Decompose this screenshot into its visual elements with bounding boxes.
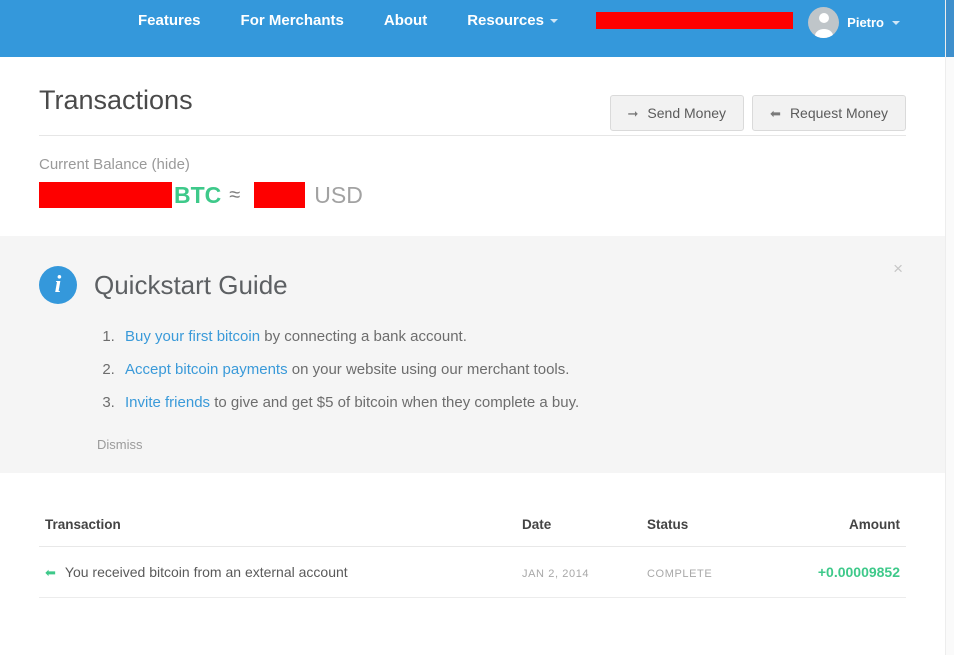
approx-symbol: ≈ — [229, 183, 241, 206]
nav-item-features[interactable]: Features — [138, 12, 201, 29]
table-row[interactable]: ⬅ You received bitcoin from an external … — [39, 546, 906, 598]
table-header-row: Transaction Date Status Amount — [39, 507, 906, 547]
quickstart-step-2-text: on your website using our merchant tools… — [287, 361, 570, 378]
send-money-button[interactable]: ➞ Send Money — [609, 95, 745, 131]
nav-redacted-field[interactable] — [596, 12, 793, 29]
status-badge: COMPLETE — [647, 568, 713, 580]
transactions-table-body: ⬅ You received bitcoin from an external … — [39, 546, 906, 598]
chevron-down-icon — [549, 18, 558, 23]
request-money-button[interactable]: ⬅ Request Money — [752, 95, 906, 131]
close-icon[interactable]: × — [893, 260, 903, 277]
column-header-status: Status — [641, 507, 776, 547]
balance-usd-value-redacted — [254, 182, 306, 208]
send-money-label: Send Money — [647, 105, 727, 121]
balance-btc-value-redacted — [39, 182, 172, 208]
page-header-row: Transactions ➞ Send Money ⬅ Request Mone… — [39, 57, 906, 135]
balance-btc-unit: BTC — [174, 181, 222, 208]
chevron-down-icon — [892, 20, 900, 25]
quickstart-step-1-link[interactable]: Buy your first bitcoin — [125, 328, 260, 345]
dismiss-button[interactable]: Dismiss — [97, 437, 143, 452]
nav-item-for-merchants[interactable]: For Merchants — [241, 12, 344, 29]
column-header-date: Date — [516, 507, 641, 547]
balance-usd-unit: USD — [314, 181, 363, 208]
nav-item-resources[interactable]: Resources — [467, 12, 558, 29]
user-menu-label: Pietro — [847, 15, 884, 30]
transaction-date: JAN 2, 2014 — [522, 568, 590, 580]
quickstart-title: Quickstart Guide — [94, 269, 288, 300]
list-item: Buy your first bitcoin by connecting a b… — [119, 328, 906, 345]
header-actions: ➞ Send Money ⬅ Request Money — [609, 95, 906, 131]
nav-item-about[interactable]: About — [384, 12, 427, 29]
user-avatar-icon — [808, 7, 840, 38]
arrow-right-icon: ➞ — [627, 105, 639, 121]
scrollbar-thumb[interactable] — [946, 0, 954, 57]
current-balance-section: Current Balance (hide) BTC ≈ USD — [39, 136, 906, 236]
transaction-amount-cell: +0.00009852 — [776, 546, 906, 598]
page-title: Transactions — [39, 85, 193, 115]
transaction-description: You received bitcoin from an external ac… — [64, 564, 348, 580]
page-content: Transactions ➞ Send Money ⬅ Request Mone… — [0, 57, 945, 655]
quickstart-step-3-text: to give and get $5 of bitcoin when they … — [210, 394, 580, 411]
current-balance-label[interactable]: Current Balance (hide) — [39, 156, 906, 173]
top-navigation-bar: Features For Merchants About Resources P… — [0, 0, 945, 57]
user-menu[interactable]: Pietro — [808, 7, 900, 38]
page-header-block: Transactions ➞ Send Money ⬅ Request Mone… — [0, 57, 945, 236]
transactions-table-head: Transaction Date Status Amount — [39, 507, 906, 547]
nav-links: Features For Merchants About Resources — [138, 12, 598, 29]
arrow-left-icon: ⬅ — [770, 105, 781, 121]
list-item: Accept bitcoin payments on your website … — [119, 361, 906, 378]
quickstart-header: i Quickstart Guide — [39, 266, 906, 304]
nav-item-about-label: About — [383, 12, 428, 29]
transaction-status-cell: COMPLETE — [641, 546, 776, 598]
info-icon: i — [39, 266, 77, 304]
transactions-table: Transaction Date Status Amount ⬅ You rec… — [39, 507, 906, 598]
quickstart-steps-list: Buy your first bitcoin by connecting a b… — [97, 328, 906, 411]
list-item: Invite friends to give and get $5 of bit… — [119, 394, 906, 411]
column-header-transaction: Transaction — [39, 507, 516, 547]
nav-item-features-label: Features — [138, 12, 201, 29]
request-money-label: Request Money — [789, 105, 888, 121]
current-balance-values: BTC ≈ USD — [39, 180, 906, 210]
transaction-amount: +0.00009852 — [817, 564, 900, 580]
nav-item-resources-label: Resources — [467, 12, 544, 29]
quickstart-step-1-text: by connecting a bank account. — [260, 328, 467, 345]
arrow-left-icon: ⬅ — [45, 564, 56, 580]
transaction-description-cell: ⬅ You received bitcoin from an external … — [39, 546, 516, 598]
quickstart-step-2-link[interactable]: Accept bitcoin payments — [125, 361, 288, 378]
page-scrollbar[interactable] — [945, 0, 954, 655]
nav-item-for-merchants-label: For Merchants — [240, 12, 344, 29]
column-header-amount: Amount — [776, 507, 906, 547]
transactions-section: Transaction Date Status Amount ⬅ You rec… — [0, 507, 945, 598]
quickstart-step-3-link[interactable]: Invite friends — [125, 394, 210, 411]
quickstart-guide-panel: × i Quickstart Guide Buy your first bitc… — [0, 236, 945, 473]
transaction-date-cell: JAN 2, 2014 — [516, 546, 641, 598]
